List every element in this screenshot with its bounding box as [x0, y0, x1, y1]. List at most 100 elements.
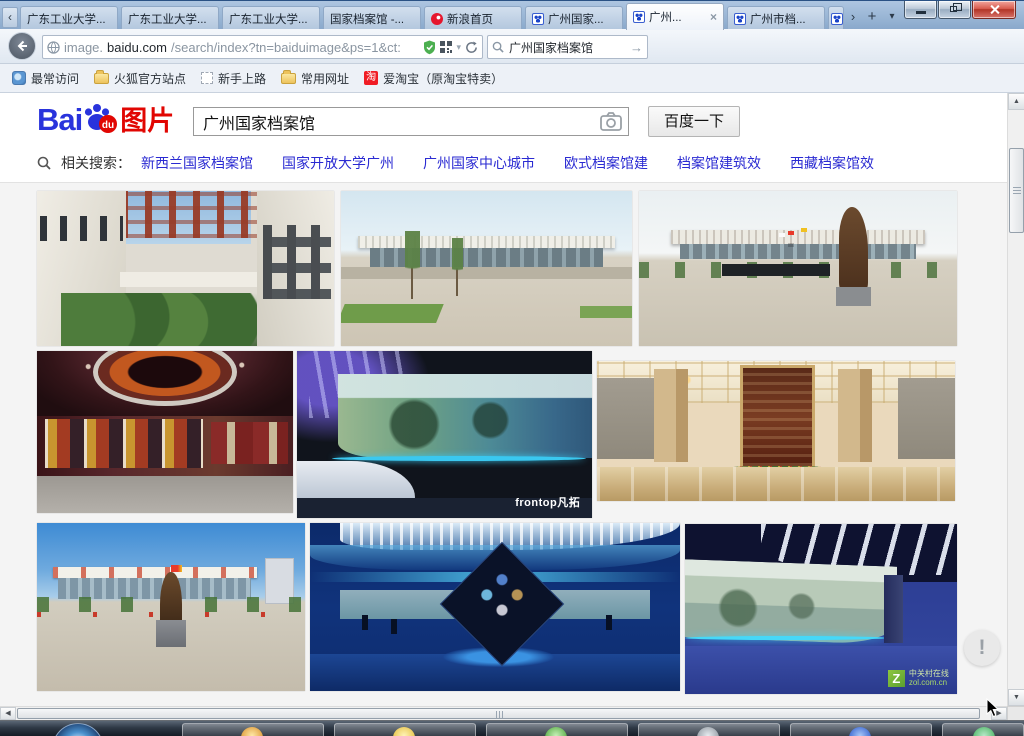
- horizontal-scrollbar[interactable]: ◀ ▶: [0, 706, 1007, 720]
- search-go-icon[interactable]: →: [630, 40, 643, 55]
- image-result-7[interactable]: [37, 523, 305, 691]
- tab-gdut-1[interactable]: 广东工业大学...: [20, 6, 118, 30]
- taskbar-button-2[interactable]: [334, 723, 476, 736]
- image-result-8[interactable]: [310, 523, 680, 691]
- image-result-2[interactable]: [341, 191, 632, 346]
- url-dropdown-icon[interactable]: ▾: [456, 42, 461, 53]
- bookmark-most-visited[interactable]: 最常访问: [8, 68, 83, 89]
- tab-guangzhou-active[interactable]: 广州... ×: [626, 3, 724, 30]
- floor-band-shape: [120, 272, 257, 288]
- pedestal-shape: [156, 620, 185, 647]
- portraits-shape: [45, 419, 204, 468]
- close-tab-icon[interactable]: ×: [710, 11, 717, 23]
- new-tab-button[interactable]: +: [864, 9, 880, 27]
- baidu-search-field[interactable]: [193, 107, 629, 136]
- logo-du-text: du: [102, 120, 114, 131]
- glass-facade-shape: [680, 244, 915, 260]
- scroll-up-icon[interactable]: ▲: [1008, 93, 1024, 110]
- baidu-search-button[interactable]: 百度一下: [648, 106, 740, 137]
- tab-scroll-right-button[interactable]: ›: [846, 9, 860, 27]
- zol-watermark-text: 中关村在线zol.com.cn: [909, 669, 949, 687]
- tab-label: 广东工业大学...: [229, 11, 313, 27]
- related-link-1[interactable]: 新西兰国家档案馆: [141, 153, 253, 173]
- vertical-scrollbar[interactable]: ▲ ▼: [1007, 93, 1024, 706]
- baidu-image-logo[interactable]: Bai du 图片: [37, 101, 174, 135]
- browser-search-input[interactable]: [507, 39, 627, 55]
- scroll-down-icon[interactable]: ▼: [1008, 689, 1024, 706]
- image-result-5[interactable]: frontop凡拓: [297, 351, 592, 518]
- camera-search-icon[interactable]: [600, 112, 622, 131]
- tab-sina-home[interactable]: 新浪首页: [424, 6, 522, 30]
- lawn-shape: [341, 304, 444, 323]
- back-button[interactable]: [8, 32, 36, 60]
- person-shape: [606, 615, 612, 630]
- qr-code-icon[interactable]: [440, 41, 452, 53]
- panorama-screen-shape: [685, 559, 897, 645]
- zol-line1: 中关村在线: [909, 669, 949, 678]
- vertical-scrollbar-thumb[interactable]: [1009, 148, 1024, 233]
- lawn-shape: [580, 306, 632, 318]
- related-link-2[interactable]: 国家开放大学广州: [282, 153, 394, 173]
- horizontal-scrollbar-thumb[interactable]: [17, 708, 980, 719]
- feedback-button[interactable]: !: [964, 630, 1000, 666]
- restore-button[interactable]: [938, 1, 971, 19]
- image-result-1[interactable]: [37, 191, 334, 346]
- flag-shape: [788, 231, 794, 235]
- folder-icon: [281, 73, 296, 84]
- related-link-5[interactable]: 档案馆建筑效: [677, 153, 761, 173]
- related-searches: 相关搜索： 新西兰国家档案馆 国家开放大学广州 广州国家中心城市 欧式档案馆建 …: [37, 152, 893, 174]
- image-result-9[interactable]: Z 中关村在线zol.com.cn: [685, 524, 957, 694]
- bookmark-firefox-sites[interactable]: 火狐官方站点: [90, 68, 190, 89]
- tab-guangzhou-national[interactable]: 广州国家...: [525, 6, 623, 30]
- start-orb-button[interactable]: [52, 723, 104, 736]
- scrollbar-corner: [1007, 706, 1024, 720]
- tab-gdut-2[interactable]: 广东工业大学...: [121, 6, 219, 30]
- reload-icon[interactable]: [465, 41, 478, 54]
- bookmark-label: 火狐官方站点: [114, 70, 186, 87]
- browser-search-box[interactable]: →: [487, 35, 648, 59]
- tab-partial[interactable]: [828, 6, 844, 30]
- related-link-4[interactable]: 欧式档案馆建: [564, 153, 648, 173]
- url-bar[interactable]: image.baidu.com/search/index?tn=baiduima…: [42, 35, 483, 59]
- taskbar-button-1[interactable]: [182, 723, 324, 736]
- taskbar-button-6[interactable]: [942, 723, 1024, 736]
- globe-icon: [47, 41, 60, 54]
- floor-shape: [37, 476, 293, 513]
- bookmark-common-urls[interactable]: 常用网址: [277, 68, 353, 89]
- taskbar-button-3[interactable]: [486, 723, 628, 736]
- search-magnifier-icon: [492, 41, 504, 53]
- tab-label: 国家档案馆 -...: [330, 11, 414, 27]
- minimize-button[interactable]: [904, 1, 937, 19]
- tab-guangzhou-archive[interactable]: 广州市档...: [727, 6, 825, 30]
- carved-wall-shape: [740, 365, 815, 469]
- related-link-6[interactable]: 西藏档案馆效: [790, 153, 874, 173]
- security-shield-icon[interactable]: [423, 40, 436, 55]
- bookmark-taobao[interactable]: 淘爱淘宝（原淘宝特卖）: [360, 68, 507, 89]
- list-all-tabs-button[interactable]: ▾: [886, 9, 898, 27]
- browser-window: ‹ 广东工业大学... 广东工业大学... 广东工业大学... 国家档案馆 -.…: [0, 0, 1024, 736]
- taskbar-button-4[interactable]: [638, 723, 780, 736]
- image-result-3[interactable]: [639, 191, 957, 346]
- folder-icon: [94, 73, 109, 84]
- tab-scroll-left-button[interactable]: ‹: [2, 7, 18, 28]
- flag-shape: [779, 233, 785, 237]
- windows-taskbar: [0, 720, 1024, 736]
- tab-national-archives[interactable]: 国家档案馆 -...: [323, 6, 421, 30]
- related-link-3[interactable]: 广州国家中心城市: [423, 153, 535, 173]
- baidu-search-input[interactable]: [194, 108, 628, 135]
- taskbar-button-5[interactable]: [790, 723, 932, 736]
- flag-shape: [171, 565, 182, 572]
- image-result-6[interactable]: [597, 361, 955, 501]
- pedestal-shape: [836, 287, 871, 306]
- bookmark-getting-started[interactable]: 新手上路: [197, 68, 270, 89]
- windows-right-shape: [263, 225, 331, 299]
- scroll-left-icon[interactable]: ◀: [0, 707, 16, 720]
- tab-label: 广州...: [649, 9, 706, 25]
- close-button[interactable]: [972, 1, 1016, 19]
- thumb-grip: [496, 711, 504, 718]
- url-subdomain: image.: [64, 40, 103, 55]
- tab-gdut-3[interactable]: 广东工业大学...: [222, 6, 320, 30]
- roof-slab-shape: [671, 230, 925, 244]
- image-result-4[interactable]: [37, 351, 293, 513]
- panorama-screen-shape: [338, 374, 592, 458]
